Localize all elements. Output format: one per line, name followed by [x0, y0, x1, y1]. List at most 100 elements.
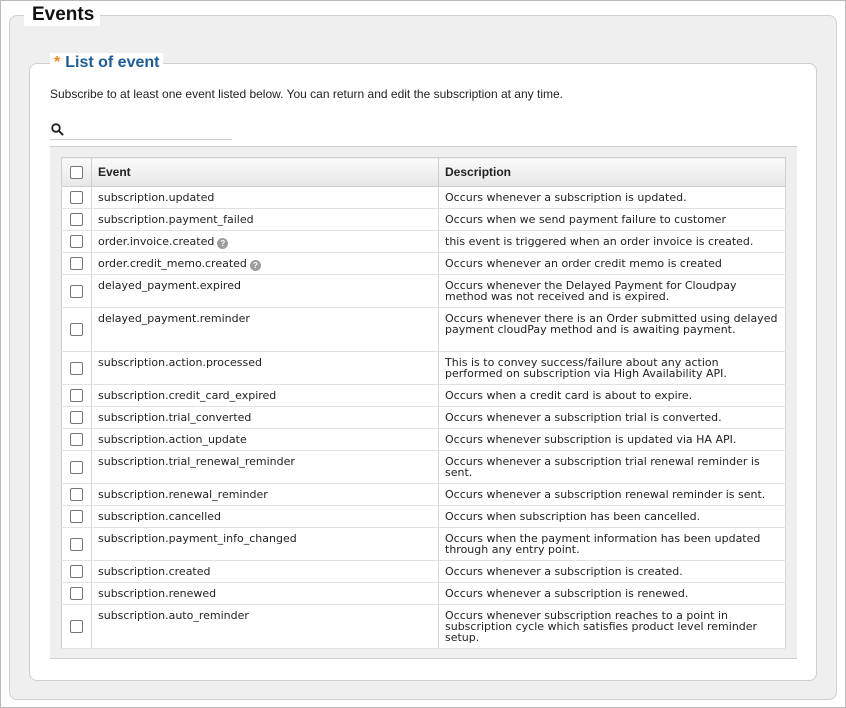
table-row[interactable]: subscription.action.processed This is to … [61, 351, 786, 385]
event-description: Occurs whenever the Delayed Payment for … [438, 274, 786, 308]
event-name: subscription.action.processed [98, 356, 262, 369]
event-name-cell: subscription.renewal_reminder [91, 483, 439, 506]
table-row[interactable]: subscription.cancelled Occurs when subscr… [61, 505, 786, 528]
required-marker: * [54, 54, 61, 71]
event-name: subscription.payment_failed [98, 213, 254, 226]
table-row[interactable]: subscription.renewed Occurs whenever a su… [61, 582, 786, 605]
row-checkbox-cell [61, 384, 92, 407]
event-name-cell: subscription.auto_reminder [91, 604, 439, 649]
row-checkbox[interactable] [70, 433, 83, 446]
row-checkbox-cell [61, 274, 92, 308]
event-description: Occurs whenever there is an Order submit… [438, 307, 786, 352]
event-name-cell: subscription.cancelled [91, 505, 439, 528]
event-name: subscription.trial_renewal_reminder [98, 455, 295, 468]
row-checkbox[interactable] [70, 488, 83, 501]
event-description: Occurs whenever a subscription is create… [438, 560, 786, 583]
event-description: Occurs whenever subscription reaches to … [438, 604, 786, 649]
event-name-cell: subscription.trial_converted [91, 406, 439, 429]
table-row[interactable]: order.invoice.created? this event is trig… [61, 230, 786, 253]
event-description: Occurs whenever a subscription renewal r… [438, 483, 786, 506]
event-name-cell: delayed_payment.reminder [91, 307, 439, 352]
select-all-checkbox[interactable] [70, 166, 83, 180]
row-checkbox[interactable] [70, 565, 83, 578]
select-all-cell [61, 157, 92, 187]
row-checkbox[interactable] [70, 257, 83, 270]
event-name: subscription.credit_card_expired [98, 389, 277, 402]
event-name-cell: subscription.updated [91, 186, 439, 209]
event-name: order.invoice.created [98, 235, 215, 248]
table-row[interactable]: order.credit_memo.created? Occurs wheneve… [61, 252, 786, 275]
search-input[interactable] [70, 120, 230, 139]
row-checkbox[interactable] [70, 323, 83, 336]
event-description: Occurs when we send payment failure to c… [438, 208, 786, 231]
table-row[interactable]: subscription.payment_info_changed Occurs … [61, 527, 786, 561]
events-table-body: subscription.updated Occurs whenever a su… [61, 186, 786, 649]
event-name-cell: delayed_payment.expired [91, 274, 439, 308]
table-row[interactable]: delayed_payment.reminder Occurs whenever … [61, 307, 786, 352]
row-checkbox[interactable] [70, 284, 83, 298]
event-description: Occurs when subscription has been cancel… [438, 505, 786, 528]
events-title: Events [24, 4, 101, 26]
row-checkbox-cell [61, 527, 92, 561]
event-name-cell: subscription.action.processed [91, 351, 439, 385]
event-list-title: * List of event [50, 53, 164, 73]
column-header-event[interactable]: Event [91, 157, 439, 187]
row-checkbox-cell [61, 483, 92, 506]
event-description: Occurs whenever a subscription trial is … [438, 406, 786, 429]
row-checkbox[interactable] [70, 460, 83, 474]
row-checkbox[interactable] [70, 587, 83, 600]
row-checkbox-cell [61, 560, 92, 583]
event-name: subscription.renewal_reminder [98, 488, 268, 501]
row-checkbox[interactable] [70, 235, 83, 248]
event-name-cell: subscription.action_update [91, 428, 439, 451]
row-checkbox[interactable] [70, 620, 83, 633]
help-icon[interactable]: ? [249, 260, 261, 271]
event-name-cell: subscription.created [91, 560, 439, 583]
event-list-title-text: List of event [65, 54, 160, 71]
table-row[interactable]: subscription.auto_reminder Occurs wheneve… [61, 604, 786, 649]
event-name: subscription.action_update [98, 433, 247, 446]
event-description: Occurs whenever subscription is updated … [438, 428, 786, 451]
row-checkbox[interactable] [70, 411, 83, 424]
event-name-cell: subscription.credit_card_expired [91, 384, 439, 407]
table-row[interactable]: subscription.created Occurs whenever a su… [61, 560, 786, 583]
event-description: Occurs whenever an order credit memo is … [438, 252, 786, 275]
table-row[interactable]: subscription.renewal_reminder Occurs when… [61, 483, 786, 506]
table-row[interactable]: subscription.trial_converted Occurs whene… [61, 406, 786, 429]
event-name-cell: subscription.renewed [91, 582, 439, 605]
table-row[interactable]: subscription.trial_renewal_reminder Occur… [61, 450, 786, 484]
row-checkbox[interactable] [70, 537, 83, 551]
table-row[interactable]: delayed_payment.expired Occurs whenever t… [61, 274, 786, 308]
row-checkbox[interactable] [70, 361, 83, 375]
row-checkbox-cell [61, 450, 92, 484]
column-header-description[interactable]: Description [438, 157, 786, 187]
event-name-cell: subscription.payment_failed [91, 208, 439, 231]
event-name-cell: order.credit_memo.created? [91, 252, 439, 275]
event-description: This is to convey success/failure about … [438, 351, 786, 385]
event-name: subscription.updated [98, 191, 215, 204]
event-name: subscription.payment_info_changed [98, 532, 297, 545]
event-description: Occurs whenever a subscription is renewe… [438, 582, 786, 605]
row-checkbox-cell [61, 307, 92, 352]
event-name: subscription.cancelled [98, 510, 222, 523]
table-row[interactable]: subscription.action_update Occurs wheneve… [61, 428, 786, 451]
row-checkbox[interactable] [70, 510, 83, 523]
row-checkbox[interactable] [70, 389, 83, 402]
table-row[interactable]: subscription.credit_card_expired Occurs w… [61, 384, 786, 407]
row-checkbox-cell [61, 252, 92, 275]
event-description: Occurs whenever a subscription trial ren… [438, 450, 786, 484]
row-checkbox-cell [61, 351, 92, 385]
help-icon[interactable]: ? [217, 238, 229, 249]
event-description: Occurs when the payment information has … [438, 527, 786, 561]
event-name-cell: order.invoice.created? [91, 230, 439, 253]
row-checkbox-cell [61, 230, 92, 253]
table-row[interactable]: subscription.updated Occurs whenever a su… [61, 186, 786, 209]
row-checkbox[interactable] [70, 213, 83, 226]
row-checkbox-cell [61, 505, 92, 528]
row-checkbox[interactable] [70, 191, 83, 204]
event-name: order.credit_memo.created [98, 257, 247, 270]
event-name: subscription.renewed [98, 587, 217, 600]
event-name: subscription.trial_converted [98, 411, 252, 424]
event-description: this event is triggered when an order in… [438, 230, 786, 253]
table-row[interactable]: subscription.payment_failed Occurs when w… [61, 208, 786, 231]
